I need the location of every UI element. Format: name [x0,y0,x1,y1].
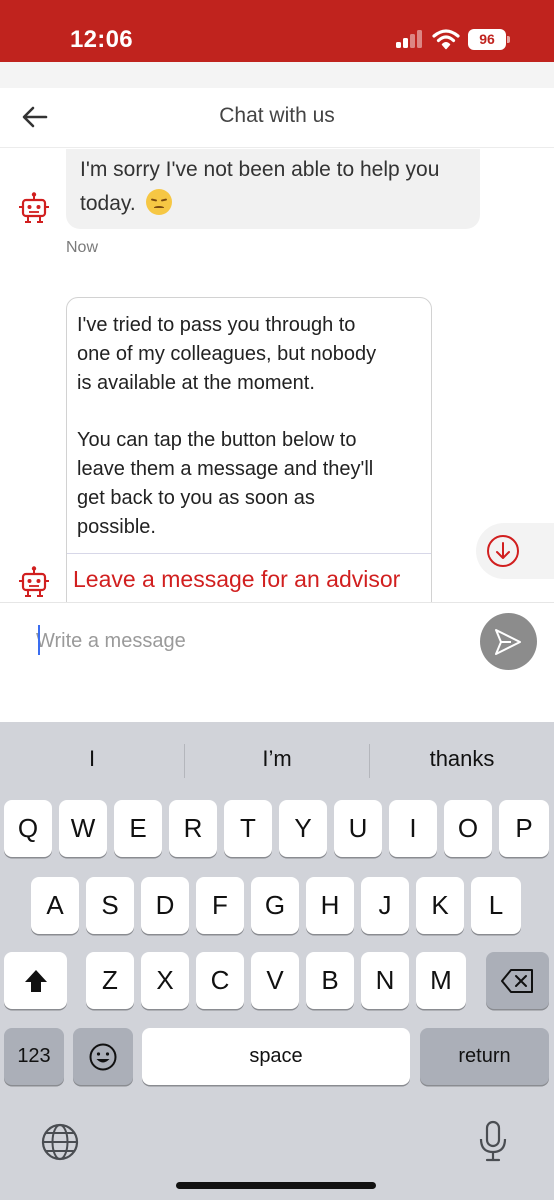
space-key[interactable]: space [142,1028,410,1085]
message-text: I've tried to pass you through to one of… [77,314,377,538]
key-h[interactable]: H [306,877,354,934]
send-icon [495,629,521,655]
message-text: I'm sorry I've not been able to help you… [80,158,440,215]
send-button[interactable] [480,613,537,670]
key-p[interactable]: P [499,800,549,857]
page-title: Chat with us [219,104,335,127]
bot-message-bubble: I'm sorry I've not been able to help you… [66,149,480,229]
robot-icon [19,192,49,223]
key-j[interactable]: J [361,877,409,934]
backspace-key[interactable] [486,952,549,1009]
chat-transcript[interactable]: I'm sorry I've not been able to help you… [0,149,554,602]
key-m[interactable]: M [416,952,466,1009]
divider [67,553,431,554]
message-composer [0,602,554,722]
return-key[interactable]: return [420,1028,549,1085]
chat-header: Chat with us [0,88,554,148]
emoji-key[interactable] [73,1028,133,1085]
status-bar: 12:06 96 [0,0,554,62]
key-s[interactable]: S [86,877,134,934]
key-f[interactable]: F [196,877,244,934]
battery-level: 96 [468,29,506,50]
key-y[interactable]: Y [279,800,327,857]
key-w[interactable]: W [59,800,107,857]
robot-icon [19,566,49,597]
microphone-icon[interactable] [478,1120,508,1164]
text-cursor [38,625,40,655]
home-indicator[interactable] [176,1182,376,1189]
suggestion-1[interactable]: I [0,736,184,782]
wifi-icon [432,29,460,50]
predictive-bar: I I’m thanks [0,736,554,782]
key-a[interactable]: A [31,877,79,934]
arrow-down-circle-icon [487,535,519,567]
leave-message-button[interactable]: Leave a message for an advisor [73,566,400,593]
key-z[interactable]: Z [86,952,134,1009]
message-timestamp: Now [66,239,99,256]
bot-message-card: I've tried to pass you through to one of… [66,297,432,602]
key-g[interactable]: G [251,877,299,934]
key-t[interactable]: T [224,800,272,857]
status-time: 12:06 [70,26,133,53]
message-input[interactable] [36,621,456,661]
key-r[interactable]: R [169,800,217,857]
shift-icon [25,970,47,992]
keyboard: I I’m thanks Q W E R T Y U I O P A S D F… [0,722,554,1200]
globe-icon[interactable] [40,1122,80,1162]
top-spacer [0,62,554,88]
key-d[interactable]: D [141,877,189,934]
key-x[interactable]: X [141,952,189,1009]
pensive-face-emoji [145,189,172,215]
scroll-to-bottom-button[interactable] [476,523,554,579]
key-o[interactable]: O [444,800,492,857]
suggestion-3[interactable]: thanks [370,736,554,782]
key-b[interactable]: B [306,952,354,1009]
key-n[interactable]: N [361,952,409,1009]
battery-icon: 96 [468,29,510,50]
key-k[interactable]: K [416,877,464,934]
key-v[interactable]: V [251,952,299,1009]
key-e[interactable]: E [114,800,162,857]
key-c[interactable]: C [196,952,244,1009]
key-l[interactable]: L [471,877,521,934]
key-u[interactable]: U [334,800,382,857]
key-i[interactable]: I [389,800,437,857]
key-q[interactable]: Q [4,800,52,857]
suggestion-2[interactable]: I’m [185,736,369,782]
cellular-signal-icon [396,29,424,48]
shift-key[interactable] [4,952,67,1009]
backspace-icon [501,969,533,993]
numbers-key[interactable]: 123 [4,1028,64,1085]
emoji-icon [89,1043,117,1071]
